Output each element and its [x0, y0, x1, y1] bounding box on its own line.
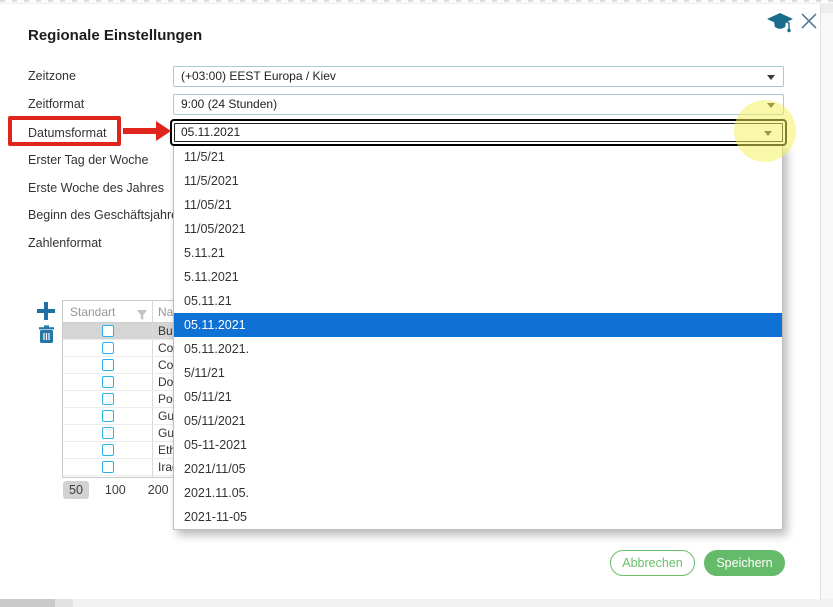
- row-checkbox[interactable]: [102, 444, 114, 456]
- regional-settings-dialog: Regionale Einstellungen Zeitzone Zeitfor…: [0, 0, 833, 607]
- dropdown-option[interactable]: 05-11-2021: [174, 433, 782, 457]
- page-size-200[interactable]: 200: [142, 481, 175, 499]
- timeformat-select[interactable]: 9:00 (24 Stunden): [173, 94, 784, 115]
- dropdown-option[interactable]: 05/11/2021: [174, 409, 782, 433]
- dropdown-option[interactable]: 5/11/21: [174, 361, 782, 385]
- horizontal-scrollbar-thumb[interactable]: [0, 599, 55, 607]
- annotation-arrow: [123, 128, 157, 134]
- dropdown-option[interactable]: 5.11.2021: [174, 265, 782, 289]
- dropdown-option[interactable]: 5.11.21: [174, 241, 782, 265]
- dropdown-option[interactable]: 11/5/2021: [174, 169, 782, 193]
- vertical-scrollbar[interactable]: [820, 4, 833, 599]
- row-checkbox[interactable]: [102, 393, 114, 405]
- page-size-selector: 50 100 200: [63, 481, 175, 499]
- timeformat-value: 9:00 (24 Stunden): [181, 97, 277, 111]
- timezone-value: (+03:00) EEST Europa / Kiev: [181, 69, 336, 83]
- label-zeitzone: Zeitzone: [28, 69, 76, 83]
- dropdown-option[interactable]: 11/05/21: [174, 193, 782, 217]
- dropdown-option[interactable]: 05/11/21: [174, 385, 782, 409]
- label-zahlenformat: Zahlenformat: [28, 236, 102, 250]
- delete-row-button[interactable]: [38, 325, 55, 344]
- scrollbar-up-arrow[interactable]: [821, 4, 833, 13]
- filter-funnel-icon[interactable]: [136, 306, 148, 328]
- dropdown-option[interactable]: 05.11.21: [174, 289, 782, 313]
- label-erster-tag-der-woche: Erster Tag der Woche: [28, 153, 148, 167]
- page-title: Regionale Einstellungen: [28, 27, 202, 44]
- column-header-standart: Standart: [63, 301, 153, 322]
- page-size-100[interactable]: 100: [99, 481, 132, 499]
- chevron-down-icon: [767, 75, 775, 80]
- label-beginn-des-geschaeftsjahres: Beginn des Geschäftsjahres: [28, 208, 184, 222]
- horizontal-scrollbar-segment: [55, 599, 73, 607]
- horizontal-scrollbar[interactable]: [0, 599, 833, 607]
- dropdown-option[interactable]: 2021-11-05: [174, 505, 782, 529]
- dateformat-dropdown-list: 11/5/21 11/5/2021 11/05/21 11/05/2021 5.…: [173, 144, 783, 530]
- dropdown-option[interactable]: 11/5/21: [174, 145, 782, 169]
- close-icon[interactable]: [800, 12, 818, 30]
- dropdown-option[interactable]: 05.11.2021.: [174, 337, 782, 361]
- dropdown-option[interactable]: 11/05/2021: [174, 217, 782, 241]
- label-erste-woche-des-jahres: Erste Woche des Jahres: [28, 181, 164, 195]
- row-checkbox[interactable]: [102, 376, 114, 388]
- chevron-down-icon: [767, 103, 775, 108]
- row-checkbox[interactable]: [102, 427, 114, 439]
- add-row-button[interactable]: [35, 300, 57, 322]
- row-checkbox[interactable]: [102, 342, 114, 354]
- annotation-arrow-head: [156, 121, 171, 141]
- dateformat-select[interactable]: 05.11.2021: [170, 119, 787, 146]
- page-size-50[interactable]: 50: [63, 481, 89, 499]
- save-button[interactable]: Speichern: [704, 550, 785, 576]
- chevron-down-icon: [764, 131, 772, 136]
- dropdown-option-selected[interactable]: 05.11.2021: [174, 313, 782, 337]
- dropdown-option[interactable]: 2021/11/05: [174, 457, 782, 481]
- graduation-cap-icon[interactable]: [765, 10, 795, 36]
- timezone-select[interactable]: (+03:00) EEST Europa / Kiev: [173, 66, 784, 87]
- row-checkbox[interactable]: [102, 359, 114, 371]
- label-zeitformat: Zeitformat: [28, 97, 84, 111]
- dateformat-value: 05.11.2021: [181, 125, 240, 139]
- dropdown-option[interactable]: 2021.11.05.: [174, 481, 782, 505]
- row-checkbox[interactable]: [102, 410, 114, 422]
- page-top-edge: [0, 0, 833, 4]
- row-checkbox[interactable]: [102, 325, 114, 337]
- label-datumsformat: Datumsformat: [28, 126, 107, 140]
- row-checkbox[interactable]: [102, 461, 114, 473]
- cancel-button[interactable]: Abbrechen: [610, 550, 695, 576]
